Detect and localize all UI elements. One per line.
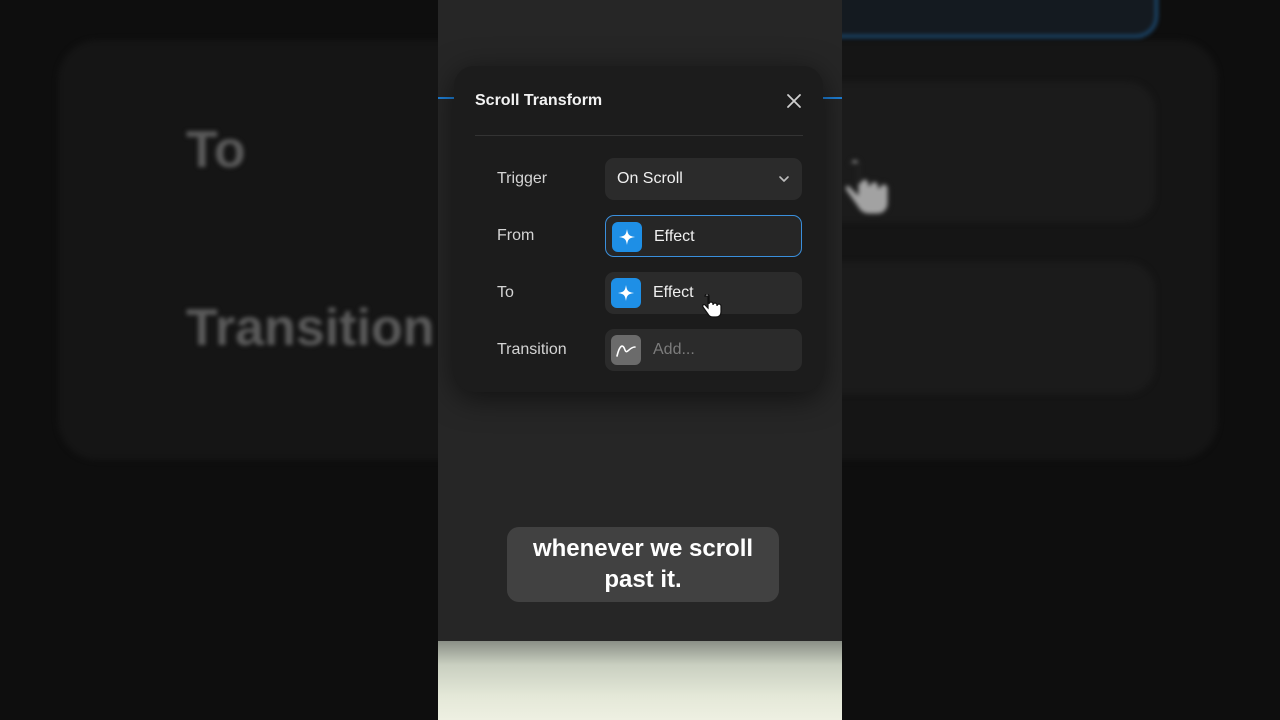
trigger-value: On Scroll [617,170,683,187]
to-value: Effect [653,284,694,301]
caption-line-2: past it. [604,566,682,593]
hand-cursor-icon [702,294,722,318]
transition-label: Transition [497,341,567,358]
trigger-dropdown[interactable]: On Scroll [605,158,802,200]
sparkle-icon [611,278,641,308]
divider [475,135,803,136]
close-icon[interactable] [784,91,804,111]
backdrop-label-transition: Transition [186,299,435,357]
panel-title: Scroll Transform [475,92,603,109]
to-label: To [497,284,514,301]
backdrop-label-to: To [186,121,246,179]
caption-line-1: whenever we scroll [532,535,754,562]
backdrop-field [800,262,1155,394]
phone-view: Scroll Transform Trigger On Scroll From … [438,0,842,720]
scroll-transform-panel: Scroll Transform Trigger On Scroll From … [454,66,823,392]
hand-cursor-icon [843,158,890,216]
chevron-down-icon [779,176,789,182]
from-label: From [497,227,535,244]
from-effect-field[interactable]: Effect [605,215,802,257]
trigger-label: Trigger [497,170,548,187]
transition-placeholder: Add... [653,341,695,358]
from-value: Effect [654,228,695,245]
bottom-preview-strip [438,641,842,720]
subtitle-caption: whenever we scroll past it. [507,527,779,602]
sparkle-icon [612,222,642,252]
curve-icon [611,335,641,365]
transition-field[interactable]: Add... [605,329,802,371]
